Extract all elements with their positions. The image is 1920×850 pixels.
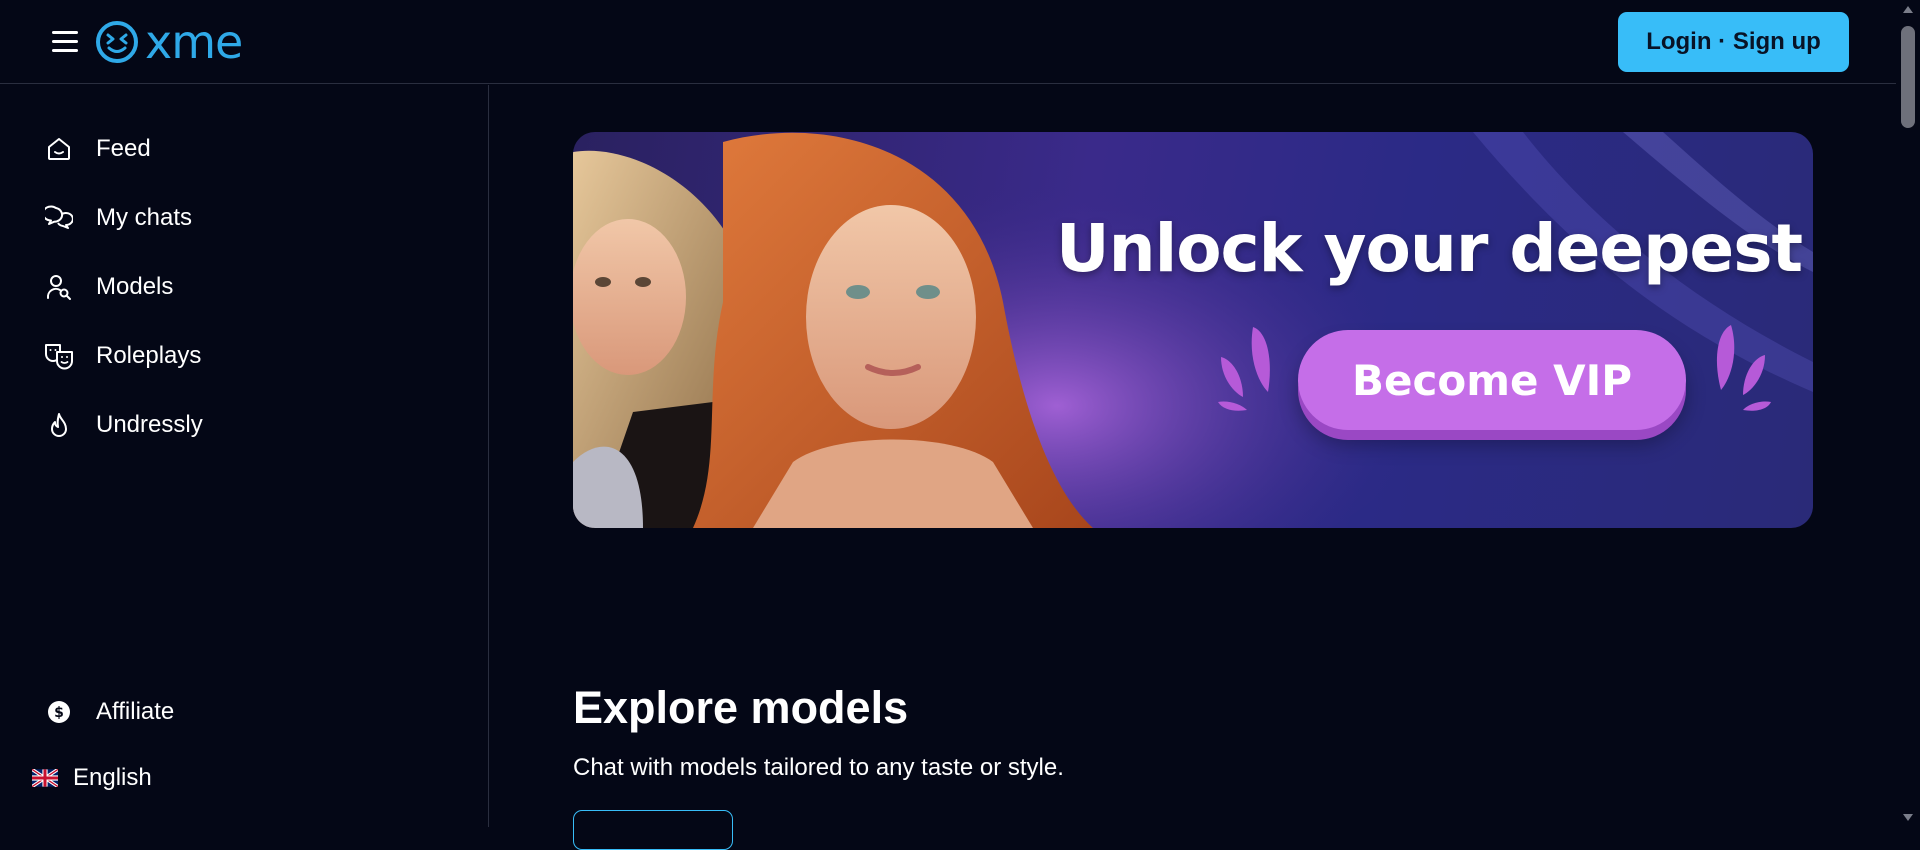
- sidebar-item-label: Affiliate: [96, 698, 175, 725]
- logo-text: xme: [145, 15, 243, 69]
- sidebar-item-label: Models: [96, 273, 174, 300]
- sidebar-item-roleplays[interactable]: Roleplays: [44, 334, 444, 378]
- scroll-down-arrow-icon[interactable]: [1903, 814, 1913, 821]
- sidebar-item-label: Feed: [96, 135, 151, 162]
- theater-masks-icon: [44, 341, 74, 371]
- splash-right-icon: [1716, 325, 1771, 411]
- become-vip-button[interactable]: Become VIP: [1298, 330, 1686, 430]
- logo-face-icon: [96, 21, 138, 63]
- top-header: xme Login · Sign up: [0, 0, 1896, 84]
- chat-bubbles-icon: [44, 203, 74, 233]
- hamburger-menu-icon[interactable]: [50, 28, 80, 54]
- partial-visible-button[interactable]: [573, 810, 733, 850]
- splash-left-icon: [1218, 327, 1270, 411]
- uk-flag-icon: [31, 768, 59, 788]
- language-selector[interactable]: English: [31, 756, 431, 800]
- flame-icon: [44, 410, 74, 440]
- vip-promo-banner[interactable]: Unlock your deepest des Become VIP: [573, 132, 1813, 528]
- language-label: English: [73, 764, 152, 791]
- sidebar: Feed My chats Models Roleplays Undressly…: [0, 85, 489, 827]
- explore-models-subtitle: Chat with models tailored to any taste o…: [573, 754, 1064, 781]
- explore-models-title: Explore models: [573, 682, 909, 733]
- sidebar-item-label: Roleplays: [96, 342, 202, 369]
- sidebar-item-my-chats[interactable]: My chats: [44, 196, 444, 240]
- sidebar-item-feed[interactable]: Feed: [44, 127, 444, 171]
- user-search-icon: [44, 272, 74, 302]
- dollar-coin-icon: $: [44, 697, 74, 727]
- svg-text:$: $: [54, 705, 64, 721]
- page-scrollbar[interactable]: [1896, 0, 1920, 827]
- login-signup-button[interactable]: Login · Sign up: [1618, 12, 1849, 72]
- scroll-up-arrow-icon[interactable]: [1903, 6, 1913, 13]
- banner-headline: Unlock your deepest des: [1056, 210, 1813, 287]
- sidebar-item-models[interactable]: Models: [44, 265, 444, 309]
- logo[interactable]: xme: [95, 15, 243, 69]
- scrollbar-thumb[interactable]: [1901, 26, 1915, 128]
- sidebar-item-affiliate[interactable]: $ Affiliate: [44, 690, 444, 734]
- home-icon: [44, 134, 74, 164]
- sidebar-item-undressly[interactable]: Undressly: [44, 403, 444, 447]
- sidebar-item-label: My chats: [96, 204, 193, 231]
- sidebar-item-label: Undressly: [96, 411, 203, 438]
